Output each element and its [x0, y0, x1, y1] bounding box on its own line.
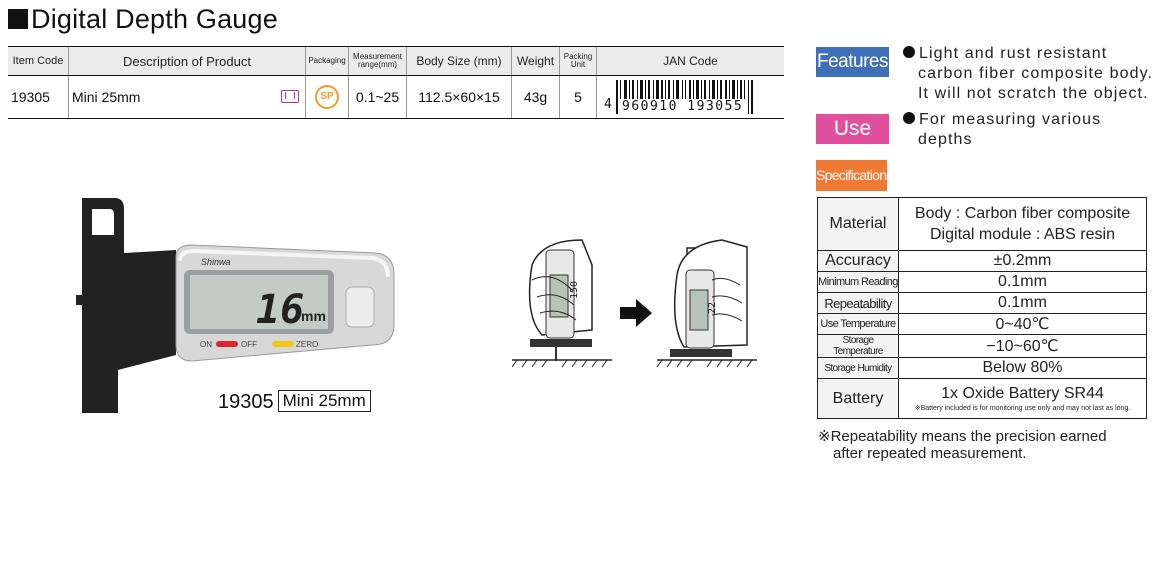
spec-value-storage-humidity: Below 80% [898, 357, 1147, 379]
depth-gauge-illustration: 16 mm Shinwa ON OFF ZERO [76, 198, 395, 413]
header-measurement-range: Measurement range(mm) [348, 46, 407, 76]
usage-after: 22 [656, 239, 757, 368]
spec-value-material-line-2: Digital module : ABS resin [930, 226, 1115, 243]
spec-row-accuracy: Accuracy ±0.2mm [817, 250, 1147, 272]
on-label: ON [200, 340, 212, 349]
repeatability-footnote: ※Repeatability means the precision earne… [818, 428, 1107, 462]
barcode: 4 960910 193055 [604, 80, 780, 114]
sp-badge-icon: SP [315, 85, 339, 109]
spec-key-storage-temperature: Storage Temperature [817, 334, 899, 358]
spec-key-battery: Battery [817, 378, 899, 419]
arrow-right-icon [620, 299, 652, 327]
spec-battery-note: ※Battery included is for monitoring use … [914, 405, 1131, 412]
off-label: OFF [241, 340, 257, 349]
on-off-button [216, 341, 238, 347]
features-line-1-text: Light and rust resistant [919, 45, 1108, 62]
features-line-1: Light and rust resistant [903, 44, 1153, 64]
header-packaging: Packaging [305, 46, 349, 76]
use-badge: Use [816, 114, 889, 144]
specifications-badge: Specifications [816, 160, 893, 191]
use-text: For measuring various depths [903, 110, 1101, 150]
header-packing-unit: Packing Unit [559, 46, 597, 76]
product-table: Item Code Description of Product Packagi… [8, 46, 784, 119]
usage-reading-1: 150 [569, 281, 580, 299]
spec-row-storage-humidity: Storage Humidity Below 80% [817, 357, 1147, 379]
jan-digits: 960910 193055 [620, 99, 746, 114]
use-line-1: For measuring various [903, 110, 1101, 130]
spec-value-storage-temperature: −10~60℃ [898, 334, 1147, 358]
spec-value-minimum-reading: 0.1mm [898, 271, 1147, 293]
bullet-icon [903, 112, 915, 124]
spec-key-material: Material [817, 197, 899, 251]
spec-row-material: Material Body : Carbon fiber composite Di… [817, 197, 1147, 251]
use-line-1-text: For measuring various [919, 111, 1102, 128]
model-name-box: Mini 25mm [277, 390, 371, 412]
spec-value-battery: 1x Oxide Battery SR44 ※Battery included i… [898, 378, 1147, 419]
model-code: 19305 [218, 391, 274, 413]
lcd-unit: mm [301, 308, 326, 324]
product-table-header: Item Code Description of Product Packagi… [8, 46, 784, 76]
product-description-text: Mini 25mm [72, 89, 141, 105]
jan-first-digit: 4 [604, 97, 612, 112]
header-weight: Weight [511, 46, 560, 76]
spec-key-storage-humidity: Storage Humidity [817, 357, 899, 379]
features-line-3: It will not scratch the object. [918, 85, 1149, 102]
packaging-cell: SP [305, 75, 349, 119]
zero-label: ZERO [296, 340, 318, 349]
title-square-icon [8, 9, 28, 29]
body-size: 112.5×60×15 [406, 75, 512, 119]
measurement-range: 0.1~25 [348, 75, 407, 119]
spec-row-minimum-reading: Minimum Reading 0.1mm [817, 271, 1147, 293]
spec-row-storage-temperature: Storage Temperature −10~60℃ [817, 334, 1147, 358]
header-body-size: Body Size (mm) [406, 46, 512, 76]
spec-key-accuracy: Accuracy [817, 250, 899, 272]
usage-before: 150 [512, 239, 612, 368]
features-line-2: carbon fiber composite body. [918, 65, 1154, 82]
packing-unit: 5 [559, 75, 597, 119]
header-description: Description of Product [68, 46, 306, 76]
model-caption: 19305 Mini 25mm [218, 390, 371, 414]
lcd-value: 16 [256, 287, 304, 333]
spec-key-use-temperature: Use Temperature [817, 313, 899, 335]
spec-value-material: Body : Carbon fiber composite Digital mod… [898, 197, 1147, 251]
title-text: Digital Depth Gauge [31, 4, 278, 34]
spec-value-battery-text: 1x Oxide Battery SR44 [941, 385, 1104, 402]
use-line-2: depths [918, 131, 973, 148]
zero-button [272, 341, 294, 347]
spec-key-repeatability: Repeatability [817, 292, 899, 314]
product-description: Mini 25mm [68, 75, 306, 119]
features-text: Light and rust resistant carbon fiber co… [903, 44, 1153, 104]
spec-value-repeatability: 0.1mm [898, 292, 1147, 314]
spec-row-use-temperature: Use Temperature 0~40℃ [817, 313, 1147, 335]
jan-code-cell: 4 960910 193055 [596, 75, 784, 119]
usage-reading-2: 22 [707, 302, 718, 314]
spec-key-minimum-reading: Minimum Reading [817, 271, 899, 293]
product-row: 19305 Mini 25mm SP 0.1~25 112.5×60×15 43… [8, 75, 784, 119]
spec-value-material-line-1: Body : Carbon fiber composite [914, 205, 1131, 222]
spec-value-accuracy: ±0.2mm [898, 250, 1147, 272]
side-button [345, 286, 375, 328]
specifications-table: Material Body : Carbon fiber composite Di… [817, 197, 1147, 419]
package-icon [281, 90, 299, 103]
footnote-line-1: ※Repeatability means the precision earne… [818, 428, 1107, 445]
brand-logo: Shinwa [201, 257, 231, 267]
weight: 43g [511, 75, 560, 119]
item-code: 19305 [8, 75, 69, 119]
header-item-code: Item Code [8, 46, 69, 76]
features-badge: Features [816, 47, 889, 77]
spec-value-use-temperature: 0~40℃ [898, 313, 1147, 335]
footnote-line-2: after repeated measurement. [833, 445, 1027, 462]
usage-illustration: 150 22 [512, 239, 757, 368]
spec-row-battery: Battery 1x Oxide Battery SR44 ※Battery in… [817, 378, 1147, 419]
page-title: Digital Depth Gauge [8, 4, 278, 35]
spec-row-repeatability: Repeatability 0.1mm [817, 292, 1147, 314]
gauge-hole [92, 209, 114, 235]
bullet-icon [903, 46, 915, 58]
header-jan-code: JAN Code [596, 46, 784, 76]
